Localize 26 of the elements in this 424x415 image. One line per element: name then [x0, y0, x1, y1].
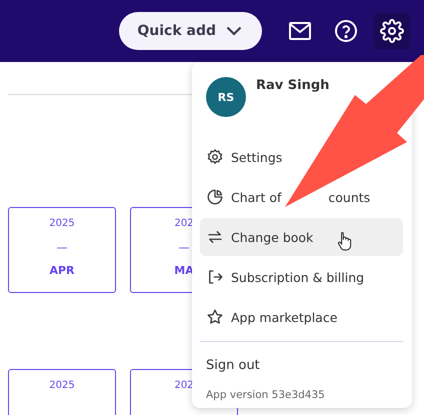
quick-add-button[interactable]: Quick add	[119, 12, 262, 50]
card-month: MA	[174, 264, 194, 277]
card-dash: —	[56, 240, 68, 256]
menu-item[interactable]: Settings	[200, 138, 403, 176]
card-dash: —	[178, 240, 190, 256]
hand-cursor-icon	[337, 231, 353, 251]
settings-icon	[206, 148, 224, 166]
card-year: 202	[174, 380, 194, 393]
exit-arrow-icon	[206, 268, 224, 286]
menu-item-label: counts	[328, 190, 370, 204]
month-card[interactable]: 2025 — APR	[8, 207, 116, 293]
card-year: 202	[174, 218, 194, 231]
chevron-icon	[226, 26, 242, 36]
menu-item-label: Chart of	[231, 190, 282, 204]
card-month: APR	[49, 264, 75, 277]
menu-item[interactable]: App marketplace	[200, 298, 403, 336]
card-year: 2025	[49, 380, 75, 393]
swap-arrows-icon	[206, 228, 224, 246]
pie-chart-icon	[206, 188, 224, 206]
user-name: Rav Singh	[256, 78, 330, 93]
avatar: RS	[206, 77, 246, 117]
settings-icon[interactable]	[374, 13, 410, 49]
star-icon	[206, 308, 224, 326]
menu-item[interactable]: Change book	[200, 218, 403, 256]
card-year: 2025	[49, 218, 75, 231]
month-card[interactable]: 2025	[8, 369, 116, 415]
